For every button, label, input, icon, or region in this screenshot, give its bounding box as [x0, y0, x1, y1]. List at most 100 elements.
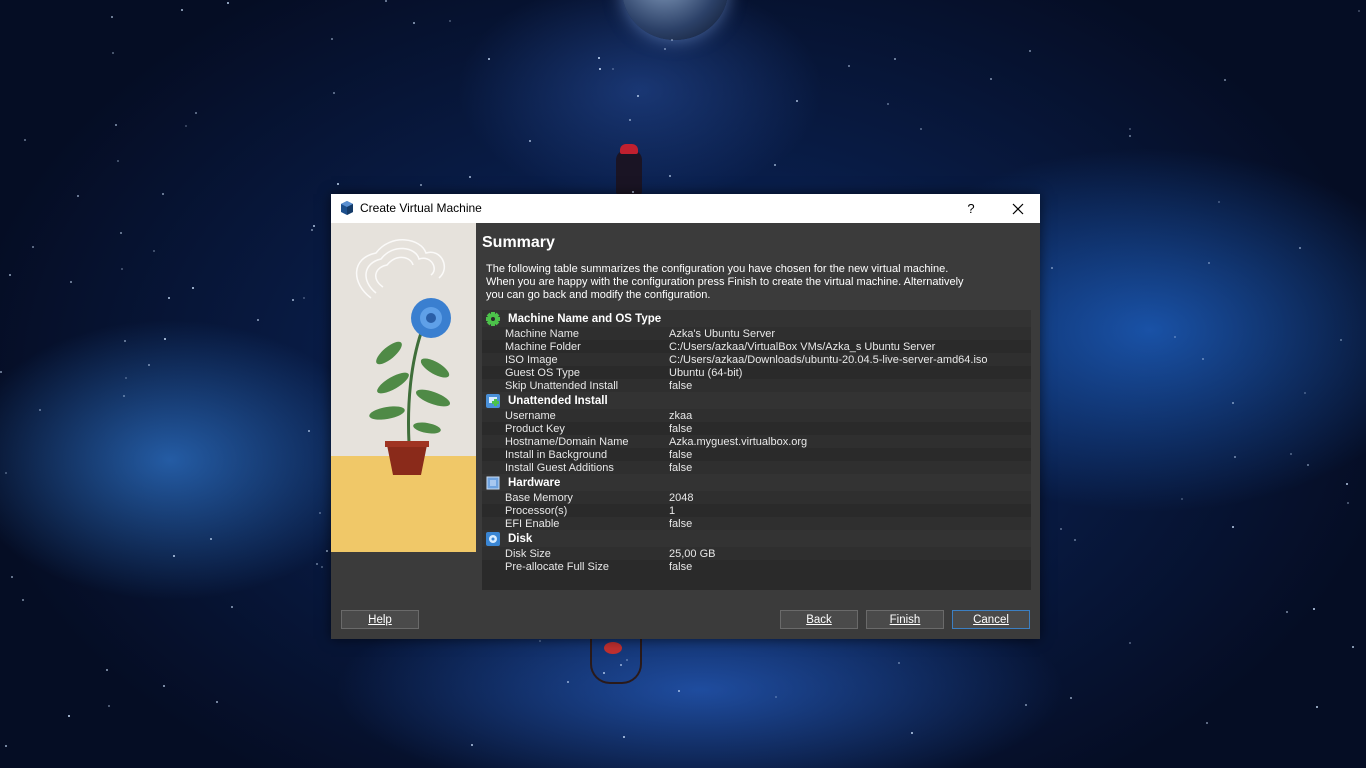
star-decoration	[123, 395, 125, 397]
star-decoration	[24, 139, 26, 141]
star-decoration	[1181, 498, 1183, 500]
group-title: Hardware	[508, 476, 561, 489]
star-decoration	[1060, 528, 1062, 530]
star-decoration	[316, 563, 318, 565]
row-value: false	[669, 517, 693, 530]
star-decoration	[9, 274, 11, 276]
star-decoration	[163, 685, 165, 687]
star-decoration	[124, 340, 126, 342]
star-decoration	[1202, 358, 1204, 360]
close-button[interactable]	[995, 194, 1040, 223]
cancel-button[interactable]: Cancel	[952, 610, 1030, 629]
group-title: Machine Name and OS Type	[508, 312, 662, 325]
chip-icon	[486, 476, 500, 490]
figure-decoration	[616, 144, 642, 194]
star-decoration	[11, 576, 13, 578]
summary-table[interactable]: Machine Name and OS Type Machine Name Azk…	[482, 310, 1031, 590]
star-decoration	[1206, 722, 1208, 724]
star-decoration	[488, 58, 490, 60]
star-decoration	[1232, 526, 1234, 528]
gear-icon	[486, 311, 500, 326]
star-decoration	[195, 112, 197, 114]
star-decoration	[1025, 704, 1027, 706]
star-decoration	[678, 690, 680, 692]
row-key: Product Key	[505, 422, 565, 435]
title-bar: Create Virtual Machine ?	[331, 194, 1040, 223]
group-title: Unattended Install	[508, 394, 608, 407]
star-decoration	[112, 52, 114, 54]
row-key: Processor(s)	[505, 504, 568, 517]
star-decoration	[108, 705, 110, 707]
star-decoration	[471, 744, 473, 746]
star-decoration	[664, 48, 666, 50]
star-decoration	[420, 184, 422, 186]
star-decoration	[529, 140, 531, 142]
star-decoration	[68, 715, 70, 717]
star-decoration	[311, 229, 313, 231]
row-value: 1	[669, 504, 676, 517]
star-decoration	[449, 20, 451, 22]
star-decoration	[321, 566, 323, 568]
star-decoration	[1029, 50, 1031, 52]
group-disk: Disk	[482, 530, 1031, 547]
star-decoration	[385, 0, 387, 2]
star-decoration	[894, 58, 896, 60]
star-decoration	[216, 701, 218, 703]
star-decoration	[598, 57, 600, 59]
star-decoration	[120, 232, 122, 234]
description-line: you can go back and modify the configura…	[486, 289, 711, 301]
group-hardware: Hardware	[482, 474, 1031, 491]
star-decoration	[796, 100, 798, 102]
star-decoration	[331, 38, 333, 40]
help-button[interactable]: Help	[341, 610, 419, 629]
summary-row: Processor(s) 1	[482, 504, 1031, 517]
row-value: 25,00 GB	[669, 547, 716, 560]
group-title: Disk	[508, 532, 533, 545]
summary-row: Machine Name Azka's Ubuntu Server	[482, 327, 1031, 340]
star-decoration	[231, 606, 233, 608]
star-decoration	[637, 95, 639, 97]
star-decoration	[848, 65, 850, 67]
summary-row: ISO Image C:/Users/azkaa/Downloads/ubuntu…	[482, 353, 1031, 366]
wizard-illustration	[331, 223, 476, 552]
star-decoration	[911, 732, 913, 734]
star-decoration	[671, 39, 673, 41]
star-decoration	[337, 183, 339, 185]
star-decoration	[121, 268, 123, 270]
star-decoration	[623, 736, 625, 738]
back-button[interactable]: Back	[780, 610, 858, 629]
star-decoration	[1129, 135, 1131, 137]
star-decoration	[106, 669, 108, 671]
summary-row: Product Key false	[482, 422, 1031, 435]
group-unattended-install: Unattended Install	[482, 392, 1031, 409]
page-description: The following table summarizes the confi…	[486, 263, 986, 302]
disk-icon	[486, 531, 500, 546]
star-decoration	[612, 68, 614, 70]
star-decoration	[153, 250, 155, 252]
star-decoration	[620, 664, 622, 666]
star-decoration	[887, 103, 889, 105]
star-decoration	[1218, 201, 1220, 203]
star-decoration	[181, 9, 183, 11]
summary-row: Skip Unattended Install false	[482, 379, 1031, 392]
star-decoration	[1340, 339, 1342, 341]
row-value: C:/Users/azkaa/Downloads/ubuntu-20.04.5-…	[669, 353, 988, 366]
star-decoration	[162, 193, 164, 195]
star-decoration	[168, 297, 170, 299]
figure-decoration-bottom	[590, 638, 642, 684]
star-decoration	[1232, 402, 1234, 404]
star-decoration	[39, 409, 41, 411]
finish-button[interactable]: Finish	[866, 610, 944, 629]
star-decoration	[1174, 336, 1176, 338]
row-value: Azka.myguest.virtualbox.org	[669, 435, 808, 448]
star-decoration	[1074, 539, 1076, 541]
help-title-button[interactable]: ?	[953, 194, 989, 223]
row-value: zkaa	[669, 409, 693, 422]
star-decoration	[1224, 79, 1226, 81]
star-decoration	[626, 659, 628, 661]
star-decoration	[326, 550, 328, 552]
planet-decoration	[622, 0, 728, 40]
star-decoration	[599, 68, 601, 70]
row-key: Username	[505, 409, 556, 422]
summary-row: Disk Size 25,00 GB	[482, 547, 1031, 560]
